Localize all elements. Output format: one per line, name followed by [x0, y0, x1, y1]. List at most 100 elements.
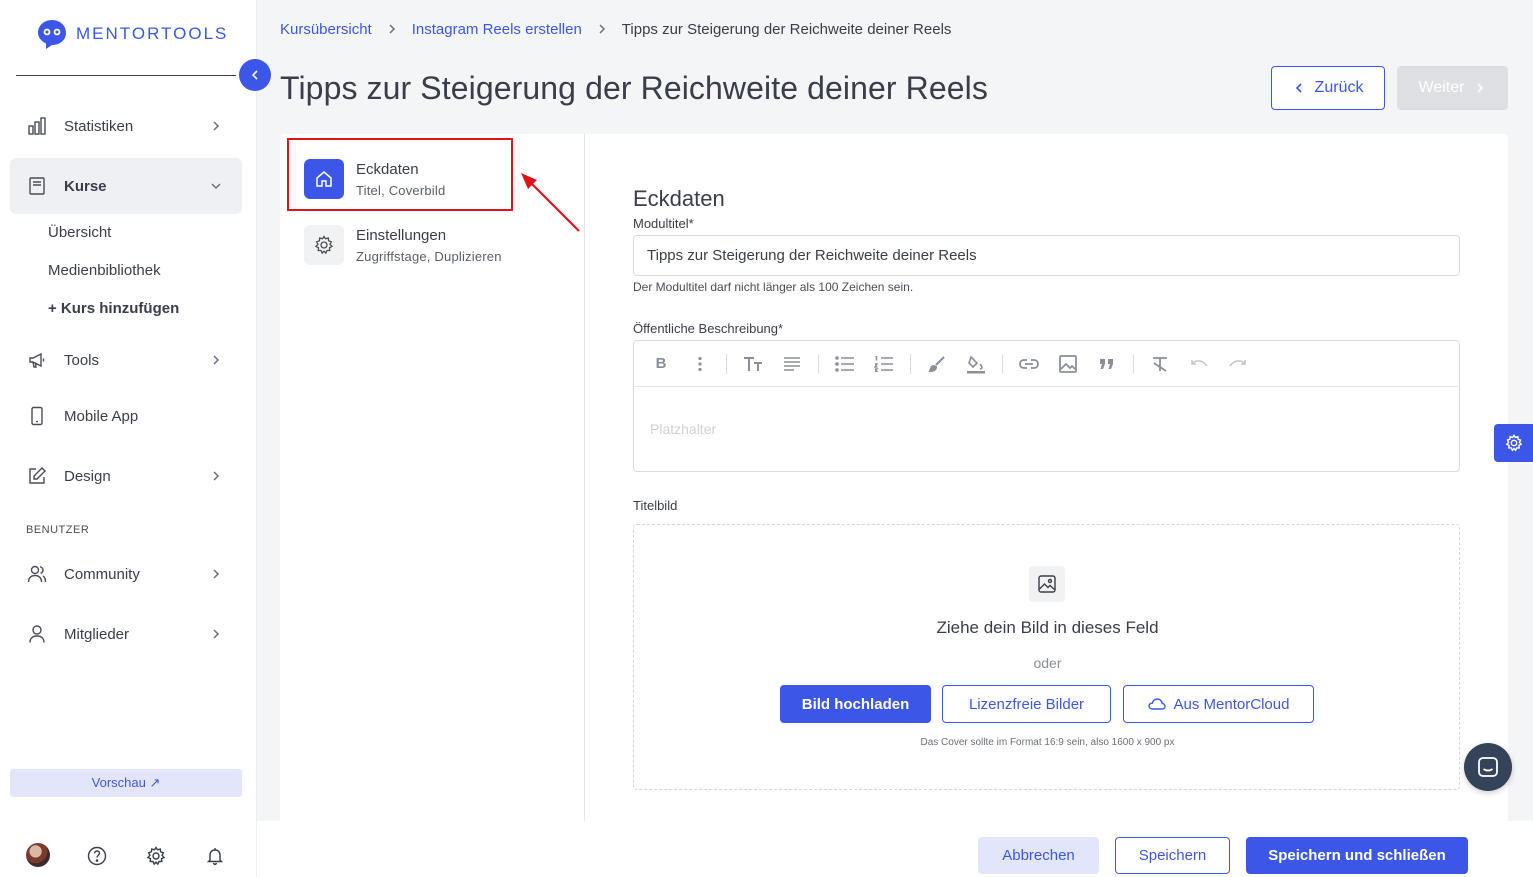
back-button[interactable]: Zurück	[1271, 66, 1385, 110]
module-title-label: Modultitel*	[633, 216, 694, 231]
toolbar-divider	[1133, 353, 1134, 374]
chevron-right-icon	[596, 23, 608, 35]
annotation-arrow-icon	[521, 173, 580, 232]
text-size-icon[interactable]	[740, 351, 766, 377]
bold-icon[interactable]: B	[648, 351, 674, 377]
cloud-icon	[1147, 698, 1166, 710]
sidebar-item-label: Kurse	[64, 177, 107, 195]
sidebar-subitem-medienbibliothek[interactable]: Medienbibliothek	[48, 262, 161, 279]
quote-icon[interactable]	[1094, 351, 1120, 377]
chevron-left-icon	[1293, 82, 1305, 94]
next-button[interactable]: Weiter	[1397, 66, 1508, 110]
numbered-list-icon[interactable]	[871, 351, 897, 377]
chevron-down-icon	[210, 180, 222, 192]
step-subtitle: Titel, Coverbild	[356, 183, 446, 198]
step-navigation: Eckdaten Titel, Coverbild Einstellungen …	[280, 134, 585, 834]
chevron-right-icon	[210, 628, 222, 640]
module-title-input[interactable]	[633, 235, 1460, 276]
user-icon	[27, 624, 47, 644]
sidebar-subitem-kurs-hinzufuegen[interactable]: + Kurs hinzufügen	[48, 300, 179, 317]
sidebar-item-community[interactable]: Community	[10, 546, 242, 602]
sidebar-item-label: Community	[64, 565, 140, 583]
bullet-list-icon[interactable]	[832, 351, 858, 377]
gear-icon	[1505, 434, 1523, 452]
sidebar-item-design[interactable]: Design	[10, 448, 242, 504]
settings-tab-button[interactable]	[1494, 424, 1533, 462]
back-label: Zurück	[1314, 79, 1364, 96]
align-icon[interactable]	[779, 351, 805, 377]
sidebar-item-label: Design	[64, 467, 111, 485]
brush-icon[interactable]	[924, 351, 950, 377]
chat-button[interactable]	[1464, 743, 1512, 791]
save-and-close-label: Speichern und schließen	[1268, 847, 1446, 864]
description-label: Öffentliche Beschreibung*	[633, 321, 784, 336]
breadcrumb-current: Tipps zur Steigerung der Reichweite dein…	[621, 20, 952, 38]
step-title: Eckdaten	[356, 161, 419, 178]
book-icon	[27, 176, 47, 196]
cancel-button[interactable]: Abbrechen	[978, 837, 1099, 874]
breadcrumb-link-kursuebersicht[interactable]: Kursübersicht	[280, 21, 372, 38]
cover-label: Titelbild	[633, 498, 678, 513]
toolbar-divider	[818, 353, 819, 374]
cover-dropzone[interactable]: Ziehe dein Bild in dieses Feld oder Bild…	[633, 524, 1460, 790]
description-editor[interactable]: B Platzhalter	[633, 340, 1460, 472]
preview-label: Vorschau ↗	[91, 775, 161, 790]
undo-icon[interactable]	[1186, 351, 1212, 377]
redo-icon[interactable]	[1225, 351, 1251, 377]
sidebar-item-kurse[interactable]: Kurse	[10, 158, 242, 214]
chevron-right-icon	[210, 568, 222, 580]
save-and-close-button[interactable]: Speichern und schließen	[1246, 837, 1468, 874]
save-label: Speichern	[1138, 847, 1207, 864]
sidebar-item-statistiken[interactable]: Statistiken	[10, 98, 242, 154]
image-icon[interactable]	[1055, 351, 1081, 377]
phone-icon	[27, 406, 47, 426]
dropzone-title: Ziehe dein Bild in dieses Feld	[936, 618, 1159, 637]
help-icon[interactable]	[85, 844, 109, 868]
bell-icon[interactable]	[203, 844, 227, 868]
save-button[interactable]: Speichern	[1115, 837, 1230, 874]
avatar[interactable]	[26, 843, 50, 867]
module-title-hint: Der Modultitel darf nicht länger als 100…	[633, 280, 914, 294]
image-icon	[1029, 566, 1065, 602]
next-label: Weiter	[1418, 79, 1465, 96]
clear-format-icon[interactable]	[1147, 351, 1173, 377]
sidebar-item-label: Statistiken	[64, 117, 134, 135]
sidebar: MENTORTOOLS Statistiken Kurse Übersicht …	[0, 0, 257, 877]
collapse-sidebar-button[interactable]	[239, 59, 271, 91]
mentorcloud-button[interactable]: Aus MentorCloud	[1123, 685, 1314, 723]
sidebar-item-label: Tools	[64, 351, 100, 369]
step-subtitle: Zugriffstage, Duplizieren	[356, 249, 502, 264]
preview-button[interactable]: Vorschau ↗	[10, 769, 242, 797]
toolbar-divider	[726, 353, 727, 374]
toolbar-divider	[1002, 353, 1003, 374]
step-einstellungen[interactable]: Einstellungen Zugriffstage, Duplizieren	[304, 225, 502, 265]
more-vertical-icon[interactable]	[687, 351, 713, 377]
sidebar-subitem-uebersicht[interactable]: Übersicht	[48, 224, 111, 241]
content-card: Eckdaten Titel, Coverbild Einstellungen …	[280, 134, 1508, 834]
step-title: Einstellungen	[356, 227, 447, 244]
step-eckdaten[interactable]: Eckdaten Titel, Coverbild	[304, 159, 445, 199]
link-icon[interactable]	[1016, 351, 1042, 377]
chevron-right-icon	[210, 354, 222, 366]
pencil-icon	[27, 466, 47, 486]
sidebar-item-tools[interactable]: Tools	[10, 332, 242, 388]
bar-chart-icon	[27, 116, 47, 136]
sidebar-item-mobile-app[interactable]: Mobile App	[10, 388, 242, 444]
free-images-button[interactable]: Lizenzfreie Bilder	[942, 685, 1111, 723]
chevron-right-icon	[210, 120, 222, 132]
sidebar-item-mitglieder[interactable]: Mitglieder	[10, 606, 242, 662]
megaphone-icon	[27, 350, 47, 370]
breadcrumb-link-course[interactable]: Instagram Reels erstellen	[412, 21, 582, 38]
mentortools-logo-icon	[36, 18, 68, 50]
fill-color-icon[interactable]	[963, 351, 989, 377]
home-icon	[304, 159, 344, 199]
chevron-right-icon	[1474, 82, 1486, 94]
users-icon	[27, 564, 47, 584]
toolbar-divider	[910, 353, 911, 374]
gear-icon[interactable]	[144, 844, 168, 868]
chat-icon	[1477, 756, 1499, 778]
breadcrumb: Kursübersicht Instagram Reels erstellen …	[280, 20, 951, 38]
mentorcloud-label: Aus MentorCloud	[1173, 695, 1290, 713]
logo[interactable]: MENTORTOOLS	[36, 18, 228, 50]
upload-image-button[interactable]: Bild hochladen	[780, 685, 931, 723]
